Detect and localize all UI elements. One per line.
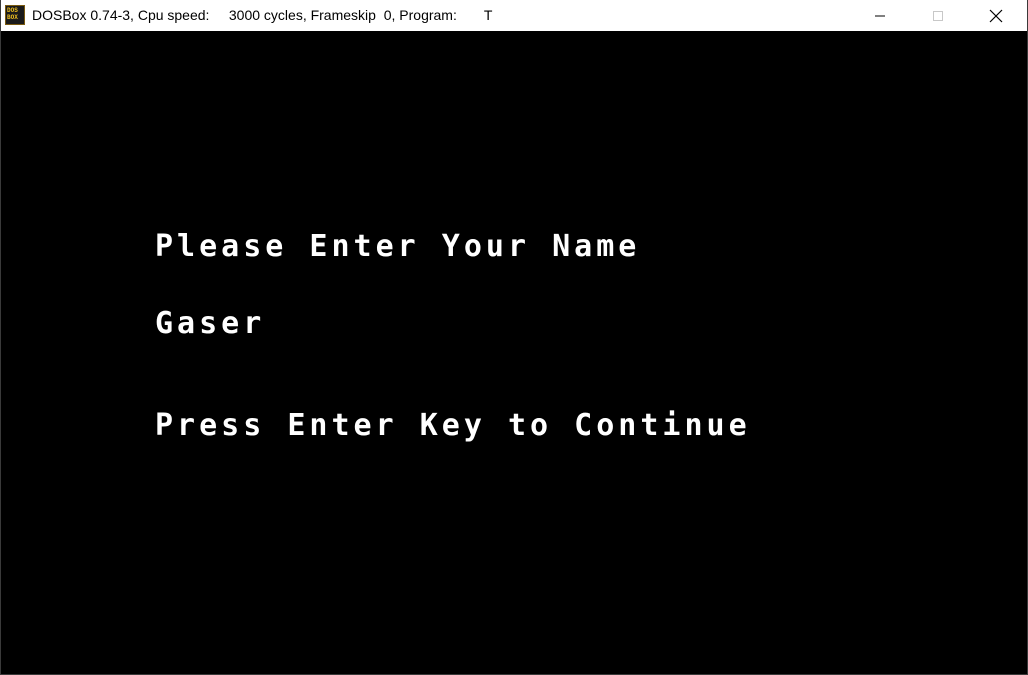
dos-screen[interactable]: Please Enter Your Name Gaser Press Enter… [1, 31, 1027, 674]
dosbox-icon-label: DOS BOX [7, 7, 18, 21]
name-input-value[interactable]: Gaser [155, 306, 265, 342]
continue-hint: Press Enter Key to Continue [155, 408, 751, 443]
close-icon [989, 9, 1003, 22]
minimize-icon [875, 15, 885, 16]
minimize-button[interactable] [851, 0, 909, 31]
close-button[interactable] [967, 0, 1025, 31]
window-title: DOSBox 0.74-3, Cpu speed: 3000 cycles, F… [32, 7, 493, 23]
dosbox-icon[interactable]: DOS BOX [5, 5, 25, 25]
name-prompt: Please Enter Your Name [155, 229, 641, 264]
maximize-button[interactable] [909, 0, 967, 31]
maximize-icon [933, 10, 943, 21]
dosbox-window: DOS BOX DOSBox 0.74-3, Cpu speed: 3000 c… [0, 0, 1028, 675]
title-bar[interactable]: DOS BOX DOSBox 0.74-3, Cpu speed: 3000 c… [1, 0, 1027, 31]
